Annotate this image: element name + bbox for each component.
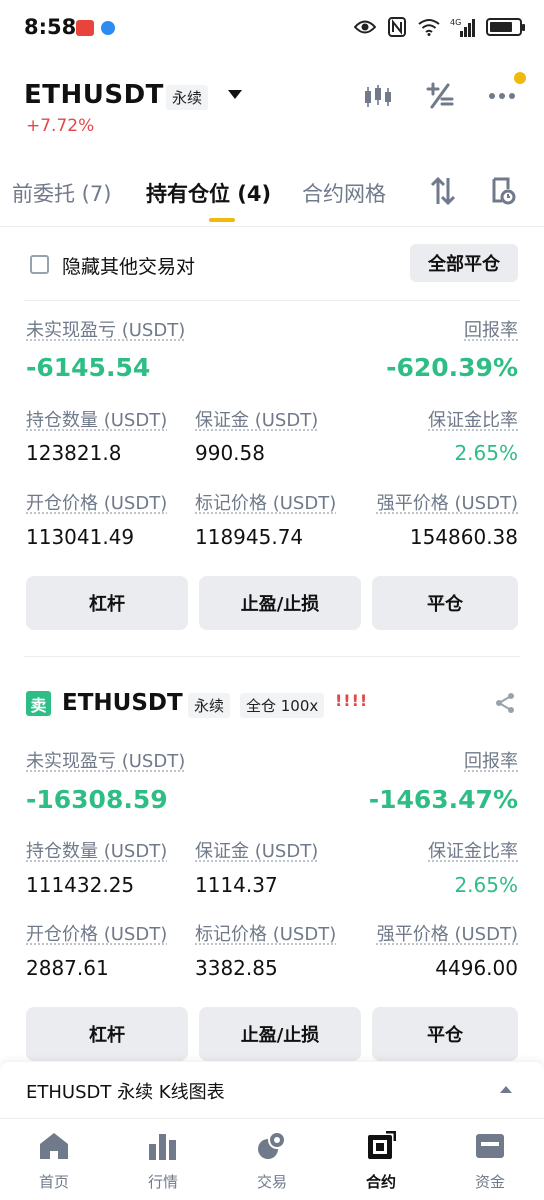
mark-price-value: 118945.74 <box>195 525 304 549</box>
network-type: 4G <box>450 18 461 27</box>
leverage-button[interactable]: 杠杆 <box>26 1007 188 1061</box>
side-badge: 卖 <box>26 691 51 716</box>
nav-wallet[interactable]: 资金 <box>450 1131 530 1192</box>
pnl-label[interactable]: 未实现盈亏 (USDT) <box>26 747 185 773</box>
tab-bar: 前委托 (7) 持有仓位 (4) 合约网格 <box>0 170 544 226</box>
roe-value: -620.39% <box>386 353 518 382</box>
size-label[interactable]: 持仓数量 (USDT) <box>26 406 167 432</box>
nfc-icon <box>386 16 408 38</box>
pnl-value: -16308.59 <box>26 785 168 814</box>
margin-label[interactable]: 保证金 (USDT) <box>195 837 318 863</box>
kline-chart-bar[interactable]: ETHUSDT 永续 K线图表 <box>0 1062 544 1118</box>
nav-label: 合约 <box>365 1173 396 1191</box>
pair-title[interactable]: ETHUSDT <box>24 80 164 110</box>
size-value: 123821.8 <box>26 441 122 465</box>
price-change: +7.72% <box>26 116 95 136</box>
size-value: 111432.25 <box>26 873 135 897</box>
nav-label: 行情 <box>147 1173 178 1191</box>
tpsl-button[interactable]: 止盈/止损 <box>199 576 361 630</box>
markets-icon <box>147 1131 179 1161</box>
entry-price-value: 2887.61 <box>26 956 109 980</box>
tab-positions[interactable]: 持有仓位 (4) <box>146 178 271 208</box>
status-time: 8:58 <box>24 15 77 39</box>
nav-label: 资金 <box>474 1173 505 1191</box>
wallet-icon <box>474 1131 506 1161</box>
entry-price-value: 113041.49 <box>26 525 135 549</box>
nav-label: 首页 <box>38 1173 69 1191</box>
pair-dropdown-icon[interactable] <box>228 90 242 99</box>
nav-label: 交易 <box>256 1173 287 1191</box>
margin-ratio-value: 2.65% <box>454 441 518 465</box>
contract-type-tag: 永续 <box>166 85 209 110</box>
liq-price-value: 4496.00 <box>435 956 518 980</box>
home-icon <box>38 1131 70 1161</box>
roe-value: -1463.47% <box>368 785 518 814</box>
nav-markets[interactable]: 行情 <box>123 1131 203 1192</box>
notification-dot <box>514 72 526 84</box>
kline-chart-label: ETHUSDT 永续 K线图表 <box>26 1082 225 1103</box>
mark-price-value: 3382.85 <box>195 956 278 980</box>
wifi-icon <box>418 16 440 38</box>
tpsl-button[interactable]: 止盈/止损 <box>199 1007 361 1061</box>
close-position-button[interactable]: 平仓 <box>372 576 518 630</box>
header: ETHUSDT 永续 +7.72% <box>0 70 544 150</box>
margin-mode-tag[interactable]: 全仓 100x <box>240 693 325 718</box>
share-icon[interactable] <box>494 692 516 714</box>
hide-other-pairs-checkbox[interactable] <box>30 255 49 274</box>
eye-icon <box>354 16 376 38</box>
tabs-divider <box>0 226 544 227</box>
tab-open-orders[interactable]: 前委托 (7) <box>12 178 111 208</box>
size-label[interactable]: 持仓数量 (USDT) <box>26 837 167 863</box>
trade-icon <box>256 1131 288 1161</box>
margin-ratio-label[interactable]: 保证金比率 <box>428 837 518 863</box>
liq-price-label[interactable]: 强平价格 (USDT) <box>377 489 518 515</box>
contract-type-tag: 永续 <box>188 693 231 718</box>
leverage-button[interactable]: 杠杆 <box>26 576 188 630</box>
futures-icon <box>365 1131 397 1161</box>
sort-icon[interactable] <box>428 176 458 206</box>
divider <box>24 300 520 301</box>
mark-price-label[interactable]: 标记价格 (USDT) <box>195 920 336 946</box>
notification-app-icon-2 <box>101 21 115 35</box>
tab-active-indicator <box>209 218 235 222</box>
liq-price-label[interactable]: 强平价格 (USDT) <box>377 920 518 946</box>
margin-value: 990.58 <box>195 441 265 465</box>
hide-other-pairs-label[interactable]: 隐藏其他交易对 <box>62 252 195 279</box>
close-all-button[interactable]: 全部平仓 <box>410 244 518 282</box>
divider <box>24 656 520 657</box>
pnl-value: -6145.54 <box>26 353 151 382</box>
roe-label[interactable]: 回报率 <box>464 316 518 342</box>
entry-price-label[interactable]: 开仓价格 (USDT) <box>26 489 167 515</box>
roe-label[interactable]: 回报率 <box>464 747 518 773</box>
more-icon[interactable] <box>486 72 526 112</box>
entry-price-label[interactable]: 开仓价格 (USDT) <box>26 920 167 946</box>
pnl-label[interactable]: 未实现盈亏 (USDT) <box>26 316 185 342</box>
liq-price-value: 154860.38 <box>409 525 518 549</box>
mark-price-label[interactable]: 标记价格 (USDT) <box>195 489 336 515</box>
battery-icon <box>486 18 525 36</box>
margin-value: 1114.37 <box>195 873 278 897</box>
notification-app-icon <box>76 20 94 36</box>
nav-trade[interactable]: 交易 <box>232 1131 312 1192</box>
status-bar: 8:58 4G <box>0 0 544 58</box>
calculator-icon[interactable] <box>424 80 456 112</box>
close-position-button[interactable]: 平仓 <box>372 1007 518 1061</box>
signal-icon: 4G <box>450 16 476 38</box>
status-icons: 4G <box>354 16 525 38</box>
margin-ratio-label[interactable]: 保证金比率 <box>428 406 518 432</box>
expand-up-icon[interactable] <box>500 1086 512 1093</box>
candlestick-icon[interactable] <box>362 80 394 112</box>
bottom-nav: 首页 行情 交易 合约 资金 <box>0 1118 544 1200</box>
risk-warning: !!!! <box>335 691 369 710</box>
nav-home[interactable]: 首页 <box>14 1131 94 1192</box>
margin-label[interactable]: 保证金 (USDT) <box>195 406 318 432</box>
position-pair[interactable]: ETHUSDT <box>62 690 183 716</box>
tab-grid[interactable]: 合约网格 <box>302 178 386 208</box>
nav-futures[interactable]: 合约 <box>341 1131 421 1192</box>
history-icon[interactable] <box>488 176 518 206</box>
margin-ratio-value: 2.65% <box>454 873 518 897</box>
